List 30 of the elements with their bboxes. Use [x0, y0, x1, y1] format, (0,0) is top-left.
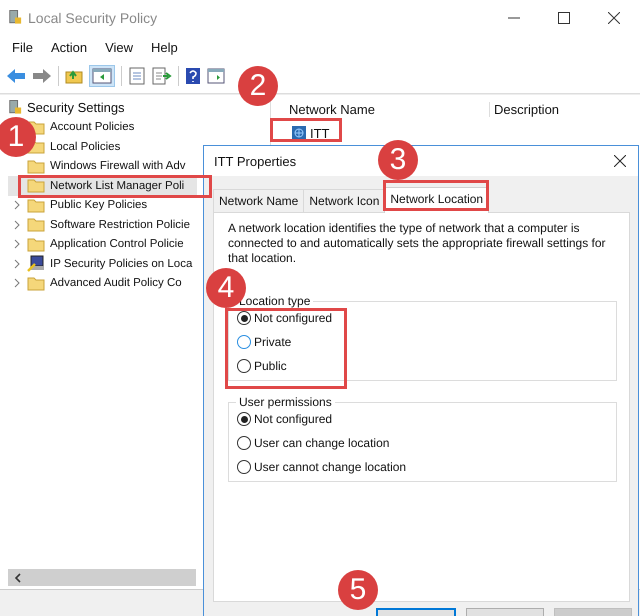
radio-label[interactable]: Not configured: [254, 311, 332, 325]
radio-label[interactable]: User cannot change location: [254, 460, 406, 474]
menu-item[interactable]: Help: [151, 40, 178, 54]
column-header[interactable]: Network Name: [283, 102, 489, 116]
tree-item[interactable]: Security Settings: [27, 100, 125, 116]
radio-label[interactable]: Public: [254, 359, 287, 373]
tree-item[interactable]: Public Key Policies: [50, 199, 148, 212]
radio-label[interactable]: User can change location: [254, 436, 390, 450]
tree-item[interactable]: Local Policies: [50, 140, 120, 153]
window-title: Local Security Policy: [28, 10, 158, 26]
description-text: A network location identifies the type of network that a computer is connected to and automatically sets the appropriate firewall settings for that location.: [228, 221, 607, 266]
tree-item[interactable]: Software Restriction Policie: [50, 218, 190, 231]
radio-label[interactable]: Not configured: [254, 412, 332, 426]
tab[interactable]: Network Name: [213, 189, 304, 212]
tree-item[interactable]: Application Control Policie: [50, 238, 184, 250]
tree-item[interactable]: Windows Firewall with Adv: [50, 160, 186, 172]
tree-item[interactable]: IP Security Policies on Loca: [50, 258, 192, 270]
step-number-badge: 1: [0, 117, 36, 157]
network-name[interactable]: ITT: [310, 126, 330, 140]
group-title: User permissions: [238, 395, 333, 409]
menu-item[interactable]: File: [12, 40, 33, 54]
tree-item[interactable]: Advanced Audit Policy Co: [50, 277, 182, 290]
menu-item[interactable]: View: [105, 40, 134, 54]
step-number-badge: 2: [238, 66, 278, 106]
radio-label[interactable]: Private: [254, 335, 292, 349]
menu-item[interactable]: Action: [50, 40, 88, 54]
tree-item[interactable]: Account Policies: [50, 121, 134, 134]
tree-item[interactable]: Network List Manager Poli: [50, 180, 184, 192]
dialog-title: ITT Properties: [214, 154, 296, 168]
column-header[interactable]: Description: [489, 102, 560, 116]
